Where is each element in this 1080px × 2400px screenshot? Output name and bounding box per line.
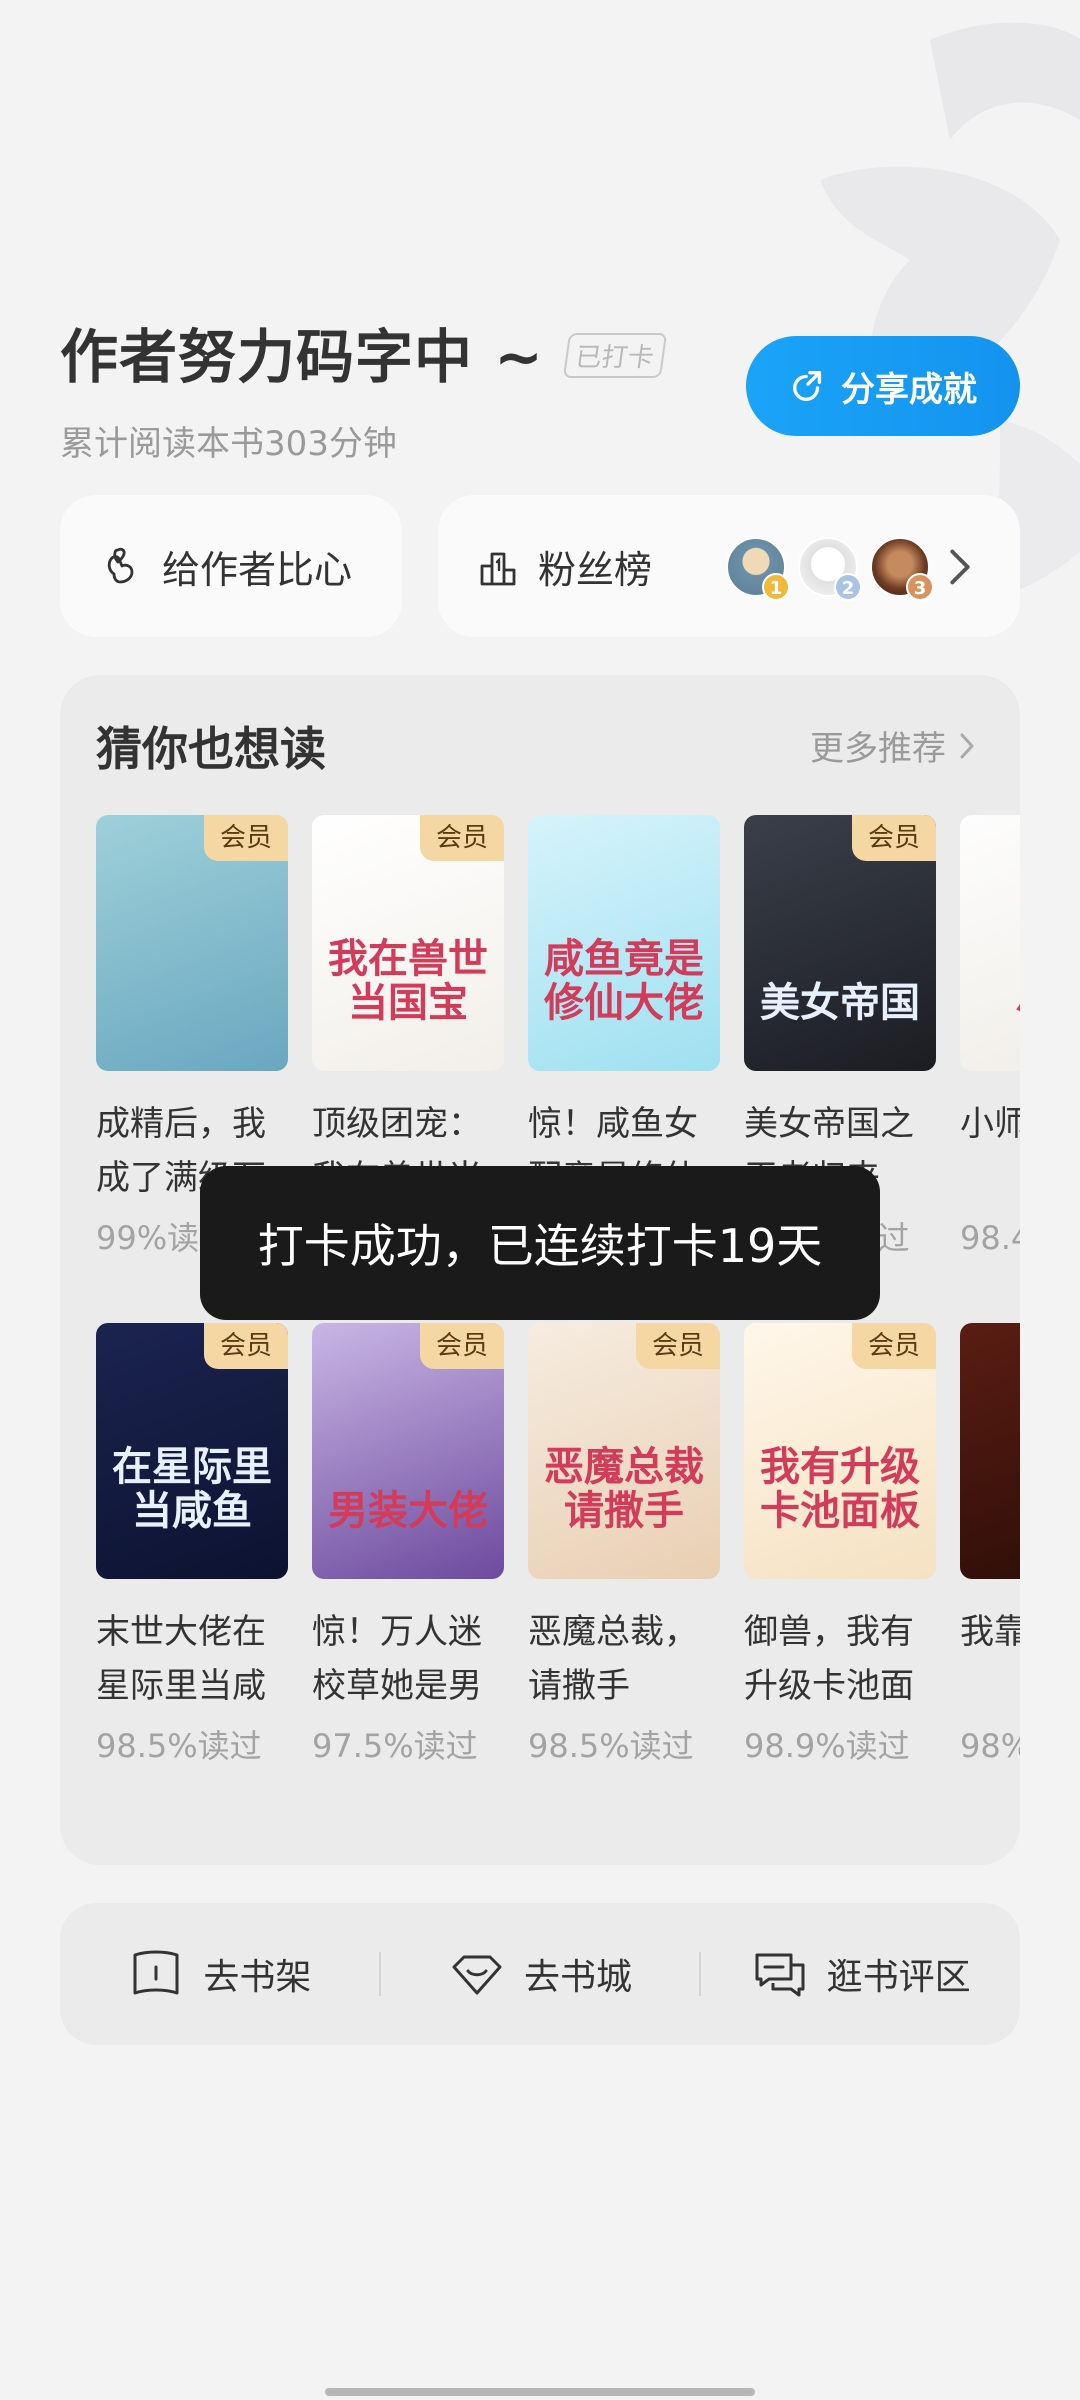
vip-badge: 会员	[204, 1323, 288, 1369]
book-title: 御兽，我有升级卡池面	[744, 1612, 914, 1706]
rank-badge: 1	[762, 573, 790, 601]
browse-comments-button[interactable]: 逛书评区	[701, 1945, 1020, 2003]
book-title: 我靠了星	[960, 1612, 1020, 1652]
recommend-title: 猜你也想读	[96, 722, 326, 776]
book-cover: 小师	[960, 815, 1020, 1071]
vip-badge: 会员	[420, 1323, 504, 1369]
cover-title-art: 美女帝国	[760, 980, 920, 1026]
avatar: 3	[870, 537, 934, 601]
vip-badge: 会员	[852, 815, 936, 861]
book-card[interactable]: 星我靠了星 98%读过	[960, 1323, 1020, 1767]
chevron-right-icon	[950, 549, 970, 585]
read-percentage: 97.5%读过	[312, 1727, 478, 1765]
share-icon	[793, 371, 822, 401]
cover-title-art: 男装大佬	[328, 1488, 488, 1534]
book-cover: 男装大佬 会员	[312, 1323, 504, 1579]
vip-badge: 会员	[852, 1323, 936, 1369]
book-card[interactable]: 我有升级卡池面板 会员御兽，我有升级卡池面 98.9%读过	[744, 1323, 936, 1767]
fans-ranking-card[interactable]: 粉丝榜 1 2 3	[438, 495, 1020, 637]
book-cover: 我在兽世当国宝 会员	[312, 815, 504, 1071]
book-card[interactable]: 在星际里当咸鱼 会员末世大佬在星际里当咸 98.5%读过	[96, 1323, 288, 1767]
book-grid: 会员成精后，我成了满级万99%读过我在兽世当国宝会员顶级团宠：我在兽世当98.6…	[96, 815, 1020, 1831]
go-bookstore-button[interactable]: 去书城	[381, 1945, 700, 2003]
cover-title-art: 恶魔总裁请撒手	[544, 1444, 704, 1534]
rank-badge: 3	[906, 573, 934, 601]
send-heart-card[interactable]: 给作者比心	[60, 495, 402, 637]
fans-ranking-label: 粉丝榜	[538, 547, 653, 592]
avatar: 1	[726, 537, 790, 601]
bookstore-icon	[452, 1955, 502, 1995]
chevron-right-icon	[960, 733, 974, 758]
read-percentage: 98.4%读过	[960, 1219, 1020, 1257]
home-indicator	[325, 2388, 755, 2396]
go-bookshelf-button[interactable]: 去书架	[60, 1945, 379, 2003]
book-cover: 在星际里当咸鱼 会员	[96, 1323, 288, 1579]
bottom-actions: 去书架 去书城 逛书评区	[60, 1903, 1020, 2045]
book-cover: 我有升级卡池面板 会员	[744, 1323, 936, 1579]
book-cover: 会员	[96, 815, 288, 1071]
checkin-toast: 打卡成功，已连续打卡19天	[200, 1166, 880, 1320]
share-label: 分享成就	[841, 369, 977, 410]
book-card[interactable]: 小师小师妹但拔 98.4%读过	[960, 815, 1020, 1259]
checked-in-badge: 已打卡	[562, 332, 667, 378]
read-percentage: 98.5%读过	[528, 1727, 694, 1765]
go-bookstore-label: 去书城	[524, 1957, 633, 1998]
ranking-icon	[480, 552, 516, 586]
bookshelf-icon	[133, 1950, 179, 1995]
book-title: 恶魔总裁，请撒手	[528, 1612, 698, 1706]
more-recommend-link[interactable]: 更多推荐	[810, 721, 976, 770]
comment-icon	[755, 1953, 805, 1997]
book-card[interactable]: 男装大佬 会员惊！万人迷校草她是男 97.5%读过	[312, 1323, 504, 1767]
book-cover: 美女帝国 会员	[744, 815, 936, 1071]
finger-heart-icon	[107, 547, 134, 584]
cover-title-art: 我有升级卡池面板	[760, 1444, 920, 1534]
book-row: 在星际里当咸鱼 会员末世大佬在星际里当咸 98.5%读过 男装大佬 会员惊！万人迷校草她…	[96, 1323, 1020, 1767]
book-cover: 恶魔总裁请撒手 会员	[528, 1323, 720, 1579]
avatar: 2	[798, 537, 862, 601]
vip-badge: 会员	[636, 1323, 720, 1369]
book-card[interactable]: 恶魔总裁请撒手 会员恶魔总裁，请撒手 98.5%读过	[528, 1323, 720, 1767]
cover-title-art: 我在兽世当国宝	[328, 936, 488, 1026]
browse-comments-label: 逛书评区	[826, 1957, 971, 1998]
cover-title-art: 在星际里当咸鱼	[112, 1444, 272, 1534]
book-cover: 星	[960, 1323, 1020, 1579]
read-percentage: 98.5%读过	[96, 1727, 262, 1765]
read-percentage: 98%读过	[960, 1727, 1020, 1765]
send-heart-label: 给作者比心	[162, 547, 353, 592]
book-title: 末世大佬在星际里当咸	[96, 1612, 266, 1706]
top-fans-avatars[interactable]: 1 2 3	[726, 537, 934, 601]
rank-badge: 2	[834, 573, 862, 601]
more-recommend-label: 更多推荐	[810, 729, 946, 769]
share-achievement-button[interactable]: 分享成就	[746, 336, 1020, 436]
page-title: 作者努力码字中 ~	[60, 323, 544, 391]
cover-title-art: 小师	[970, 981, 1020, 1025]
book-title: 惊！万人迷校草她是男	[312, 1612, 482, 1706]
book-title: 小师妹但拔	[960, 1104, 1020, 1144]
book-cover: 咸鱼竟是修仙大佬	[528, 815, 720, 1071]
read-percentage: 98.9%读过	[744, 1727, 910, 1765]
achievement-header: 作者努力码字中 ~ 已打卡 累计阅读本书303分钟 分享成就	[60, 310, 1020, 470]
cover-title-art: 星	[970, 1489, 1020, 1533]
cover-title-art: 咸鱼竟是修仙大佬	[544, 936, 704, 1026]
vip-badge: 会员	[420, 815, 504, 861]
vip-badge: 会员	[204, 815, 288, 861]
go-bookshelf-label: 去书架	[203, 1957, 312, 1998]
